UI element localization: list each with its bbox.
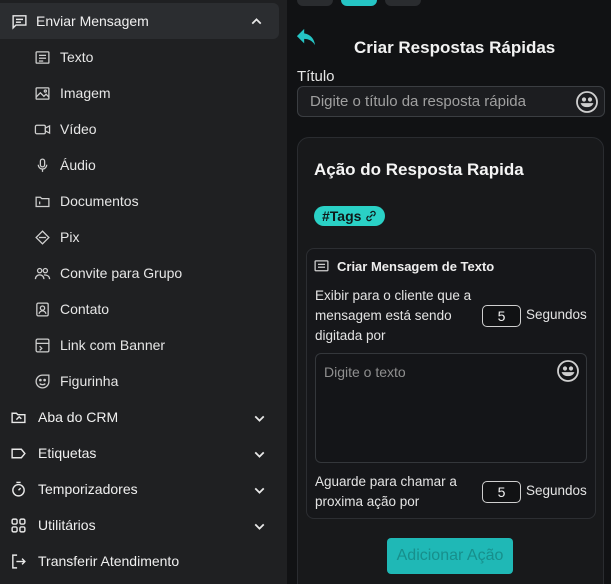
wait-seconds-unit: Segundos bbox=[526, 483, 587, 498]
video-icon bbox=[34, 121, 51, 138]
typing-description: Exibir para o cliente que a mensagem est… bbox=[315, 286, 471, 346]
panel-title: Criar Respostas Rápidas bbox=[354, 38, 556, 57]
group-icon bbox=[34, 265, 51, 282]
text-icon bbox=[34, 49, 51, 66]
folder-icon bbox=[34, 193, 51, 210]
sidebar-item-pix[interactable]: Pix bbox=[34, 225, 79, 249]
top-tab-button-active[interactable] bbox=[341, 0, 377, 6]
add-action-button[interactable]: Adicionar Ação bbox=[387, 538, 513, 574]
sticker-icon bbox=[34, 373, 51, 390]
message-textarea[interactable]: Digite o texto bbox=[315, 353, 587, 463]
sidebar-item-label: Contato bbox=[60, 301, 110, 317]
typing-seconds-input[interactable] bbox=[482, 305, 521, 327]
tag-icon bbox=[10, 445, 27, 462]
sidebar-section-label: Enviar Mensagem bbox=[36, 13, 149, 29]
wait-seconds-input[interactable] bbox=[482, 481, 521, 503]
sidebar-item-label: Pix bbox=[60, 229, 80, 245]
tags-button[interactable]: #Tags bbox=[314, 206, 386, 226]
back-arrow-icon[interactable] bbox=[295, 27, 317, 47]
link-icon bbox=[365, 209, 377, 223]
sidebar-item-convite-grupo[interactable]: Convite para Grupo bbox=[34, 261, 182, 285]
wait-description: Aguarde para chamar a proxima ação por bbox=[315, 472, 457, 512]
contact-icon bbox=[34, 301, 51, 318]
sidebar-item-label: Vídeo bbox=[60, 121, 97, 137]
microphone-icon bbox=[34, 157, 51, 174]
link-banner-icon bbox=[34, 337, 51, 354]
chevron-up-icon[interactable] bbox=[248, 13, 265, 30]
typing-line: mensagem está sendo bbox=[315, 308, 452, 323]
message-icon bbox=[313, 258, 330, 275]
title-field-label: Título bbox=[297, 68, 335, 85]
sidebar-item-texto[interactable]: Texto bbox=[34, 45, 93, 69]
chevron-down-icon[interactable] bbox=[251, 446, 268, 463]
sidebar-item-etiquetas[interactable]: Etiquetas bbox=[10, 440, 272, 466]
text-message-header: Criar Mensagem de Texto bbox=[313, 258, 494, 275]
emoji-icon[interactable] bbox=[575, 90, 599, 114]
text-message-block: Criar Mensagem de Texto Exibir para o cl… bbox=[306, 248, 596, 519]
sidebar-item-label: Convite para Grupo bbox=[60, 265, 183, 281]
sidebar-item-transferir[interactable]: Transferir Atendimento bbox=[10, 548, 272, 574]
transfer-icon bbox=[10, 553, 27, 570]
sidebar-item-video[interactable]: Vídeo bbox=[34, 117, 97, 141]
tags-label: #Tags bbox=[322, 208, 362, 224]
text-message-heading: Criar Mensagem de Texto bbox=[337, 259, 495, 274]
emoji-icon[interactable] bbox=[556, 359, 580, 383]
sidebar-item-label: Áudio bbox=[60, 157, 96, 173]
wait-line: proxima ação por bbox=[315, 494, 420, 509]
top-tab-button[interactable] bbox=[297, 0, 333, 6]
sidebar-item-label: Aba do CRM bbox=[38, 409, 119, 425]
crm-icon bbox=[10, 409, 27, 426]
sidebar-item-audio[interactable]: Áudio bbox=[34, 153, 96, 177]
sidebar-item-label: Texto bbox=[60, 49, 94, 65]
sidebar: Enviar Mensagem Texto Imagem Vídeo Áudio… bbox=[0, 0, 287, 584]
timer-icon bbox=[10, 481, 27, 498]
sidebar-item-label: Imagem bbox=[60, 85, 111, 101]
sidebar-item-figurinha[interactable]: Figurinha bbox=[34, 369, 118, 393]
sidebar-item-temporizadores[interactable]: Temporizadores bbox=[10, 476, 272, 502]
sidebar-item-label: Documentos bbox=[60, 193, 139, 209]
sidebar-item-contato[interactable]: Contato bbox=[34, 297, 109, 321]
sidebar-item-aba-crm[interactable]: Aba do CRM bbox=[10, 404, 272, 430]
textarea-placeholder: Digite o texto bbox=[324, 364, 406, 380]
grid-icon bbox=[10, 517, 27, 534]
sidebar-item-link-banner[interactable]: Link com Banner bbox=[34, 333, 165, 357]
typing-line: Exibir para o cliente que a bbox=[315, 288, 472, 303]
sidebar-item-documentos[interactable]: Documentos bbox=[34, 189, 139, 213]
chevron-down-icon[interactable] bbox=[251, 518, 268, 535]
sidebar-item-label: Figurinha bbox=[60, 373, 119, 389]
sidebar-item-label: Utilitários bbox=[38, 517, 96, 533]
card-title: Ação do Resposta Rapida bbox=[314, 160, 524, 179]
sidebar-section-enviar-mensagem[interactable]: Enviar Mensagem bbox=[0, 3, 279, 39]
title-input[interactable] bbox=[297, 86, 605, 117]
chevron-down-icon[interactable] bbox=[251, 482, 268, 499]
wait-line: Aguarde para chamar a bbox=[315, 474, 457, 489]
sidebar-item-label: Link com Banner bbox=[60, 337, 166, 353]
quick-reply-panel: Criar Respostas Rápidas Título Ação do R… bbox=[287, 0, 611, 584]
sidebar-item-utilitarios[interactable]: Utilitários bbox=[10, 512, 272, 538]
chevron-down-icon[interactable] bbox=[251, 410, 268, 427]
typing-seconds-unit: Segundos bbox=[526, 307, 587, 322]
pix-icon bbox=[34, 229, 51, 246]
typing-line: digitada por bbox=[315, 328, 386, 343]
image-icon bbox=[34, 85, 51, 102]
sidebar-item-label: Transferir Atendimento bbox=[38, 553, 180, 569]
sidebar-item-label: Temporizadores bbox=[38, 481, 138, 497]
message-icon bbox=[11, 13, 28, 30]
action-card: Ação do Resposta Rapida #Tags Criar Mens… bbox=[297, 137, 604, 584]
sidebar-item-label: Etiquetas bbox=[38, 445, 97, 461]
top-tab-button[interactable] bbox=[385, 0, 421, 6]
sidebar-item-imagem[interactable]: Imagem bbox=[34, 81, 111, 105]
